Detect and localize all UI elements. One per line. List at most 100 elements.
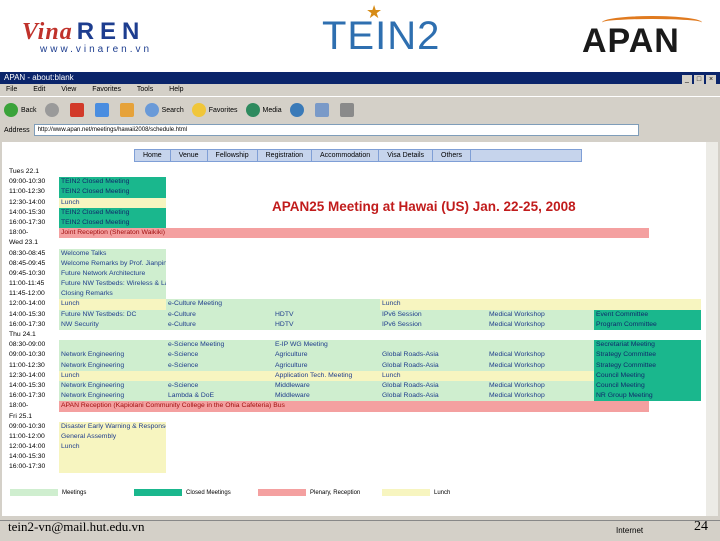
session-cell: E-IP WG Meeting [273,340,380,351]
time-cell: 11:00-11:45 [9,280,45,288]
session-cell: Council Meeting [594,370,701,381]
legend-swatch-plenary [258,489,306,496]
stop-button[interactable] [69,103,87,117]
forward-arrow-icon [44,103,59,117]
nav-venue[interactable]: Venue [171,150,208,161]
nav-others[interactable]: Others [433,150,472,161]
session-cell: Medical Workshop [487,309,594,320]
maximize-button[interactable]: □ [694,75,704,84]
session-cell: Welcome Remarks by Prof. Jianping Wu [59,258,166,269]
history-icon [289,103,304,117]
forward-button[interactable] [44,103,62,117]
schedule-row: 09:00-10:30 Network Engineering e-Science A… [7,350,709,361]
time-cell: 08:30-09:00 [9,341,46,349]
refresh-button[interactable] [94,103,112,117]
day-label: Tues 22.1 [7,167,59,178]
menu-help[interactable]: Help [169,86,183,93]
schedule-row: 18:00- APAN Reception (Kapiolani Communit… [7,401,709,412]
mail-button[interactable] [314,103,332,117]
session-cell: IPv6 Session [380,319,487,330]
schedule-row: 14:00-15:30 [7,452,709,463]
time-cell: 16:00-17:30 [9,218,46,226]
menu-tools[interactable]: Tools [137,86,153,93]
session-cell: Program Committee [594,319,701,330]
session-cell: Lunch [380,370,487,381]
menu-edit[interactable]: Edit [33,86,45,93]
legend-lunch: Lunch [434,489,451,496]
schedule-row: 11:00-12:30 TEIN2 Closed Meeting [7,187,709,198]
legend-plenary: Plenary, Reception [310,489,361,496]
session-cell [59,340,166,351]
session-cell: TEIN2 Closed Meeting [59,207,166,218]
print-button[interactable] [339,103,357,117]
nav-home[interactable]: Home [135,150,171,161]
session-cell: Joint Reception (Sheraton Waikiki) [59,228,649,239]
menu-view[interactable]: View [61,86,76,93]
schedule-row: 11:00-11:45 Future NW Testbeds: Wireless … [7,279,709,290]
session-cell: HDTV [273,319,380,330]
session-cell: TEIN2 Closed Meeting [59,217,166,229]
schedule-row: 16:00-17:30 NW Security e-Culture HDTV IPv6 … [7,319,709,330]
print-icon [339,103,354,117]
vinaren-logo: Vina REN www.vinaren.vn [22,18,152,55]
search-icon [144,103,159,117]
vinaren-url: www.vinaren.vn [40,44,153,55]
vinaren-ren: REN [76,18,146,45]
menu-favorites[interactable]: Favorites [92,86,121,93]
nav-accommodation[interactable]: Accommodation [312,150,380,161]
search-button[interactable]: Search [144,103,184,117]
vertical-scrollbar[interactable] [706,142,718,516]
session-cell: Network Engineering [59,350,166,361]
schedule-row: 11:45-12:00 Closing Remarks [7,289,709,300]
session-cell: e-Science [166,350,273,361]
home-button[interactable] [119,103,137,117]
time-cell: 11:45-12:00 [9,290,45,298]
window-title: APAN - about:blank [4,73,74,82]
back-label: Back [21,106,37,114]
title-bar: APAN - about:blank _ □ × [0,72,720,84]
address-input[interactable]: http://www.apan.net/meetings/hawaii2008/… [33,124,639,136]
schedule-row: 12:30-14:00 Lunch Application Tech. Meetin… [7,370,709,381]
close-button[interactable]: × [706,75,716,84]
session-cell: Network Engineering [59,391,166,402]
nav-fellowship[interactable]: Fellowship [208,150,258,161]
legend-closed: Closed Meetings [186,489,231,496]
slide-number: 24 [694,519,708,534]
day-header-row: Wed 23.1 [7,238,709,249]
session-cell: Lambda & DoE [166,391,273,402]
toolbar: Back Search Favorites Media [0,96,720,123]
menu-file[interactable]: File [6,86,17,93]
minimize-button[interactable]: _ [682,75,692,84]
schedule-row: 16:00-17:30 Network Engineering Lambda & D… [7,391,709,402]
session-cell: Middleware [273,391,380,402]
time-cell: 12:30-14:00 [9,198,46,206]
time-cell: 12:00-14:00 [9,443,46,451]
stop-icon [69,103,84,117]
session-cell: Future NW Testbeds: DC [59,309,166,320]
menu-bar: File Edit View Favorites Tools Help [0,84,720,96]
time-cell: 16:00-17:30 [9,320,46,328]
session-cell [59,452,166,463]
schedule-row: 08:30-09:00 e-Science Meeting E-IP WG Meet… [7,340,709,351]
time-cell: 11:00-12:00 [9,432,45,440]
star-icon: ★ [366,2,384,22]
time-cell: 11:00-12:30 [9,361,45,369]
time-cell: 16:00-17:30 [9,392,46,400]
nav-visa-details[interactable]: Visa Details [379,150,434,161]
time-cell: 14:00-15:30 [9,310,46,318]
favorites-star-icon [191,103,206,117]
back-button[interactable]: Back [4,103,37,117]
nav-registration[interactable]: Registration [258,150,312,161]
time-cell: 18:00- [9,402,29,410]
session-cell: Lunch [59,299,166,310]
media-button[interactable]: Media [245,103,282,117]
vinaren-brand: Vina [22,19,73,45]
session-cell: Event Committee [594,309,701,320]
favorites-button[interactable]: Favorites [191,103,238,117]
session-cell: TEIN2 Closed Meeting [59,187,166,198]
history-button[interactable] [289,103,307,117]
schedule-row: 09:00-10:30 TEIN2 Closed Meeting [7,177,709,188]
session-cell: Strategy Committee [594,360,701,371]
session-cell: Medical Workshop [487,380,594,392]
session-cell: Welcome Talks [59,248,166,259]
